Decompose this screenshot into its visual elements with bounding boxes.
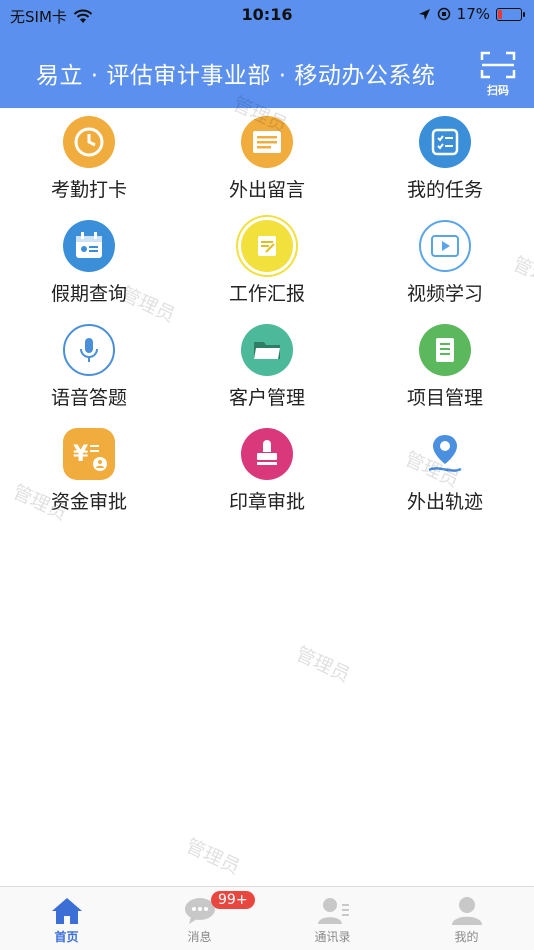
microphone-icon (63, 324, 115, 376)
grid-item-note[interactable]: 外出留言 (178, 108, 356, 212)
document-icon (419, 324, 471, 376)
tab-label: 消息 (187, 930, 212, 944)
grid-item-clock[interactable]: 考勤打卡 (0, 108, 178, 212)
tab-bar: 首页 消息 99+ 通讯录 我的 (0, 886, 534, 950)
report-icon (241, 220, 293, 272)
scan-label: 扫码 (487, 84, 509, 97)
tab-messages[interactable]: 消息 99+ (133, 887, 266, 950)
grid-item-folder[interactable]: 客户管理 (178, 316, 356, 420)
grid-item-yuan[interactable]: ¥ 资金审批 (0, 420, 178, 524)
grid-item-stamp[interactable]: 印章审批 (178, 420, 356, 524)
grid-label: 客户管理 (228, 387, 305, 409)
yuan-icon: ¥ (63, 428, 115, 480)
battery-icon (496, 7, 525, 21)
contacts-icon (317, 898, 349, 924)
grid-label: 考勤打卡 (50, 179, 127, 201)
grid-label: 语音答题 (50, 387, 127, 409)
grid-label: 印章审批 (228, 491, 305, 513)
stamp-icon (241, 428, 293, 480)
profile-icon (451, 897, 482, 925)
grid-label: 我的任务 (406, 179, 483, 201)
watermark: 管理员 (292, 642, 354, 687)
grid-label: 视频学习 (406, 283, 483, 305)
grid-label: 项目管理 (406, 387, 483, 409)
watermark: 管理员 (182, 834, 244, 879)
scan-button[interactable]: 扫码 (478, 50, 518, 106)
tab-profile[interactable]: 我的 (400, 887, 533, 950)
grid-item-video[interactable]: 视频学习 (356, 212, 534, 316)
tab-home[interactable]: 首页 (0, 887, 133, 950)
video-icon (419, 220, 471, 272)
grid-item-calendar[interactable]: 假期查询 (0, 212, 178, 316)
tab-label: 我的 (454, 930, 479, 944)
tab-label: 首页 (54, 930, 79, 944)
grid-item-microphone[interactable]: 语音答题 (0, 316, 178, 420)
grid-item-report[interactable]: 工作汇报 (178, 212, 356, 316)
grid-label: 工作汇报 (228, 283, 305, 305)
location-arrow-icon (418, 8, 430, 20)
battery-percent: 17% (456, 5, 490, 23)
folder-icon (241, 324, 293, 376)
task-icon (419, 116, 471, 168)
grid-label: 外出留言 (228, 179, 305, 201)
grid-label: 外出轨迹 (406, 491, 483, 513)
page-title: 易立 · 评估审计事业部 · 移动办公系统 (36, 63, 436, 89)
calendar-icon (63, 220, 115, 272)
unread-badge: 99+ (211, 891, 255, 909)
home-icon (51, 898, 82, 924)
grid-label: 资金审批 (50, 491, 127, 513)
tab-contacts[interactable]: 通讯录 (266, 887, 399, 950)
grid-item-document[interactable]: 项目管理 (356, 316, 534, 420)
note-icon (241, 116, 293, 168)
battery-level (498, 9, 503, 19)
grid-item-location[interactable]: 外出轨迹 (356, 420, 534, 524)
clock-icon (63, 116, 115, 168)
app-header: 易立 · 评估审计事业部 · 移动办公系统 扫码 (0, 30, 534, 108)
grid-label: 假期查询 (50, 283, 127, 305)
scan-icon (480, 51, 516, 79)
grid-item-task[interactable]: 我的任务 (356, 108, 534, 212)
tab-label: 通讯录 (314, 930, 351, 944)
svg-text:¥: ¥ (73, 442, 89, 467)
orientation-lock-icon (437, 7, 450, 21)
status-bar: 无SIM卡 10:16 17% (0, 0, 534, 30)
location-icon (419, 428, 471, 480)
